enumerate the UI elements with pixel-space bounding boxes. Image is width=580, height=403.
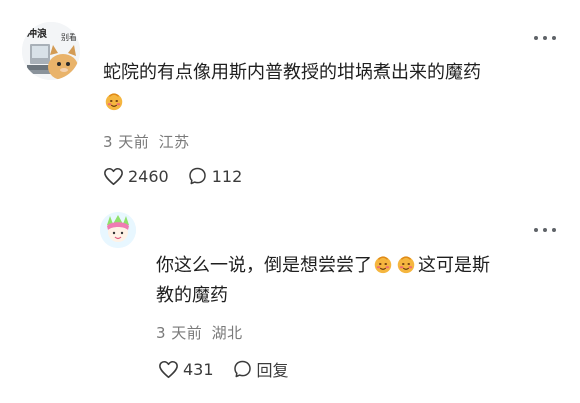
more-dot (543, 228, 547, 232)
reply-text-part3: 教的魔药 (156, 285, 228, 306)
comment-meta: 3 天前 江苏 (103, 131, 190, 152)
like-count: 431 (183, 359, 214, 379)
smirk-emoji-icon (374, 256, 392, 274)
reply-count-button[interactable]: 112 (187, 166, 243, 186)
reply-label: 回复 (256, 361, 289, 380)
reply-button[interactable]: 回复 (232, 357, 289, 381)
comment-actions: 2460 112 (103, 166, 260, 186)
more-dot (552, 36, 556, 40)
avatar[interactable] (100, 212, 136, 248)
heart-icon (159, 360, 178, 378)
comment-time: 3 天前 (103, 133, 150, 151)
avatar[interactable]: 冲浪 别看 (22, 22, 80, 80)
main-comment: 冲浪 别看 蛇院的有点像用斯内普教授的坩埚煮出来的魔药 3 天前 江苏 2460… (0, 0, 580, 200)
comment-text: 蛇院的有点像用斯内普教授的坩埚煮出来的魔药 (103, 58, 563, 118)
avatar-caption: 冲浪 (27, 29, 47, 40)
smirk-emoji-icon (397, 256, 415, 274)
reply-time: 3 天前 (156, 324, 203, 342)
reply-count: 112 (211, 166, 243, 186)
heart-icon (104, 167, 123, 185)
reply-meta: 3 天前 湖北 (156, 322, 243, 343)
like-count: 2460 (128, 166, 169, 186)
smirk-emoji-icon (105, 93, 123, 111)
comment-bubble-icon (233, 360, 251, 378)
like-button[interactable]: 2460 (103, 167, 169, 186)
reply-text-part2: 这可是斯 (418, 255, 490, 276)
more-dot (534, 228, 538, 232)
more-dot (543, 36, 547, 40)
avatar-image (100, 212, 136, 248)
more-icon[interactable] (534, 225, 556, 235)
more-icon[interactable] (534, 33, 556, 43)
comment-location: 江苏 (158, 133, 190, 151)
reply-actions: 431 回复 (158, 357, 307, 381)
reply-location: 湖北 (211, 324, 243, 342)
more-dot (534, 36, 538, 40)
reply-text: 你这么一说，倒是想尝尝了 这可是斯 教的魔药 (156, 251, 556, 311)
reply-text-part1: 你这么一说，倒是想尝尝了 (156, 255, 372, 276)
comment-bubble-icon (188, 167, 206, 185)
more-dot (552, 228, 556, 232)
comment-thread: 冲浪 别看 蛇院的有点像用斯内普教授的坩埚煮出来的魔药 3 天前 江苏 2460… (0, 0, 580, 403)
like-button[interactable]: 431 (158, 360, 214, 379)
avatar-caption-side: 别看 (61, 33, 77, 42)
comment-text-content: 蛇院的有点像用斯内普教授的坩埚煮出来的魔药 (103, 62, 481, 83)
